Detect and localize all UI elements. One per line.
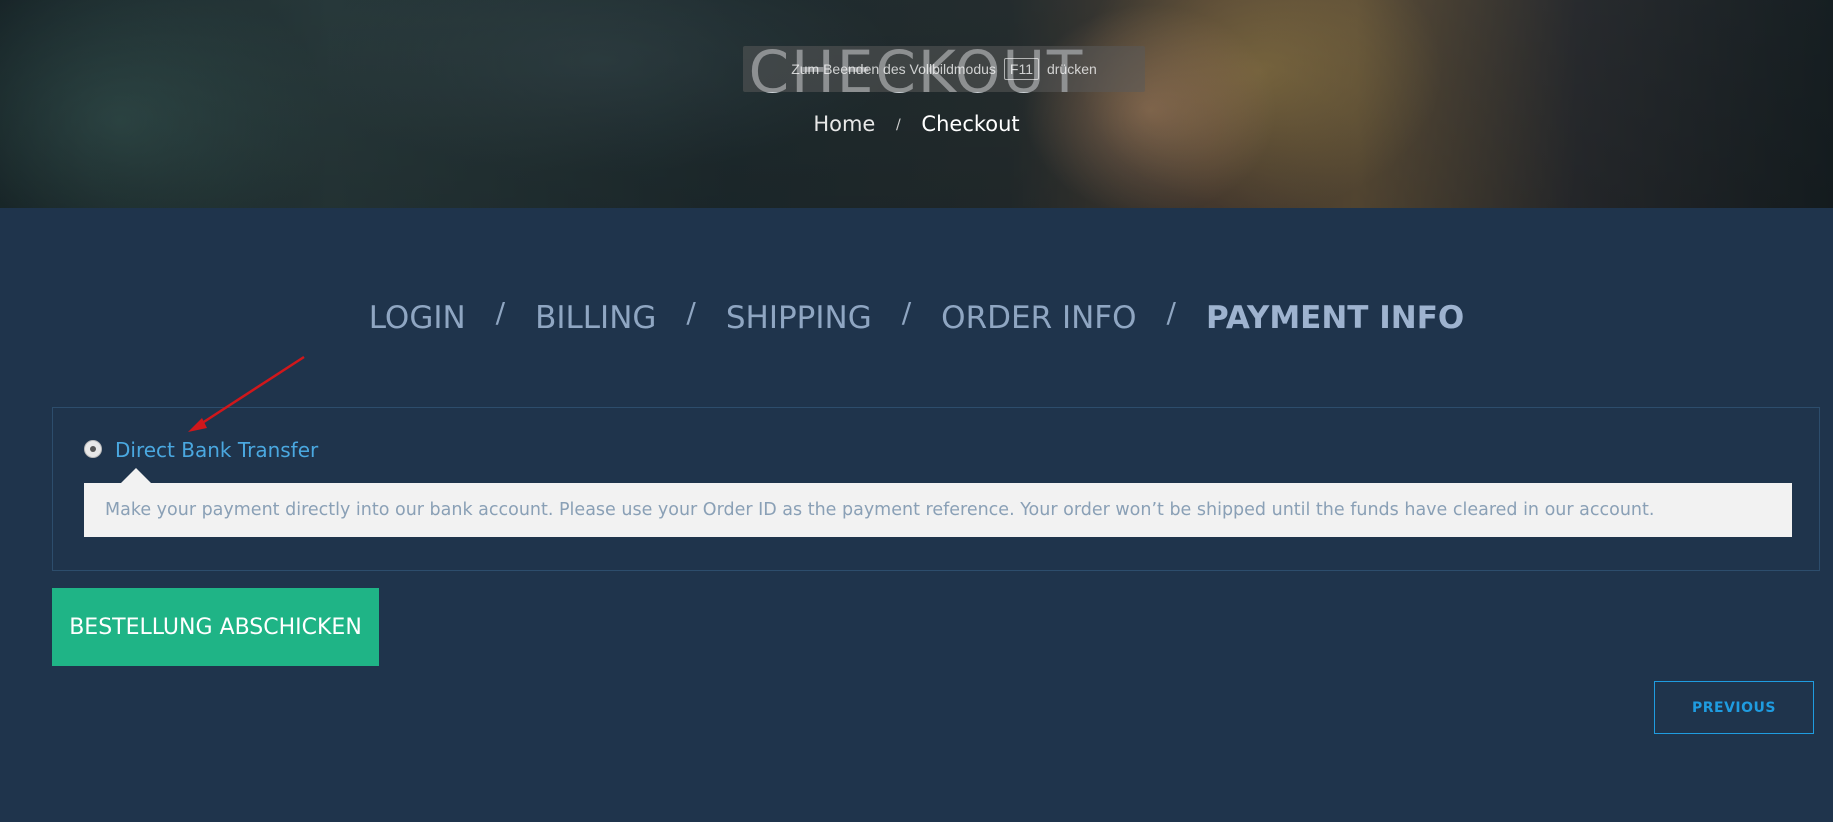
fullscreen-notice-text: Zum Beenden des Vollbildmodus bbox=[791, 61, 996, 77]
step-order-info[interactable]: ORDER INFO bbox=[941, 300, 1136, 336]
payment-description: Make your payment directly into our bank… bbox=[84, 483, 1792, 537]
fullscreen-key: F11 bbox=[1003, 58, 1039, 80]
step-separator: / bbox=[1166, 296, 1176, 329]
step-separator: / bbox=[495, 296, 506, 329]
previous-button[interactable]: PREVIOUS bbox=[1654, 681, 1814, 734]
checkout-steps: LOGIN / BILLING / SHIPPING / ORDER INFO / PAYMEN… bbox=[0, 296, 1833, 336]
step-separator: / bbox=[901, 296, 912, 329]
breadcrumb-current: Checkout bbox=[921, 112, 1020, 136]
payment-method-radio[interactable] bbox=[84, 440, 102, 458]
fullscreen-notice: Zum Beenden des Vollbildmodus F11 drücke… bbox=[743, 46, 1145, 92]
step-billing[interactable]: BILLING bbox=[535, 300, 656, 336]
place-order-button[interactable]: BESTELLUNG ABSCHICKEN bbox=[52, 588, 379, 666]
fullscreen-notice-text-end: drücken bbox=[1046, 61, 1097, 77]
payment-description-text: Make your payment directly into our bank… bbox=[105, 500, 1655, 520]
step-payment-info[interactable]: PAYMENT INFO bbox=[1206, 300, 1464, 336]
payment-method-label[interactable]: Direct Bank Transfer bbox=[115, 438, 318, 462]
breadcrumb-home-link[interactable]: Home bbox=[813, 112, 875, 136]
step-shipping[interactable]: SHIPPING bbox=[726, 300, 872, 336]
description-caret bbox=[120, 468, 152, 484]
step-separator: / bbox=[686, 296, 696, 329]
payment-methods-box: Direct Bank Transfer Make your payment d… bbox=[52, 407, 1820, 571]
breadcrumb-separator: / bbox=[896, 117, 901, 133]
breadcrumb: Home / Checkout bbox=[0, 112, 1833, 136]
hero-banner: CHECKOUT Zum Beenden des Vollbildmodus F… bbox=[0, 0, 1833, 208]
step-login[interactable]: LOGIN bbox=[369, 300, 466, 336]
